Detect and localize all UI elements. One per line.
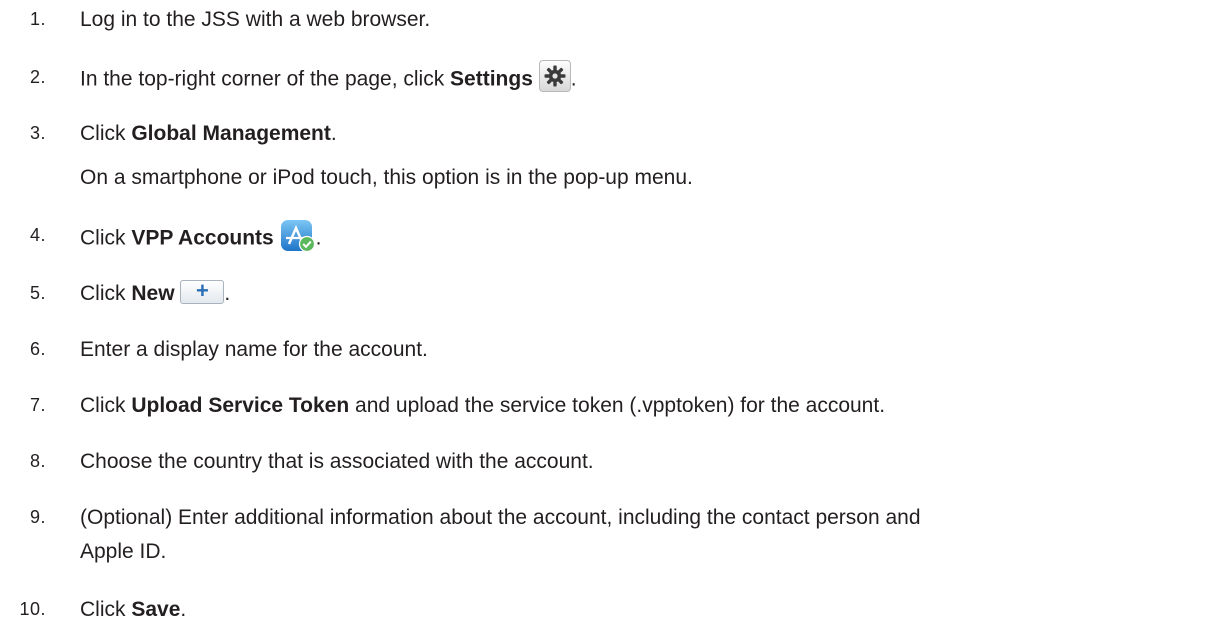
step-text-pre: Click [80, 282, 132, 305]
step-number: 5. [29, 283, 46, 303]
upload-service-token-label: Upload Service Token [131, 394, 350, 417]
step-number: 1. [29, 9, 46, 29]
step-text-pre: Click [80, 598, 132, 621]
step-text: Click Upload Service Token and upload th… [80, 392, 1190, 419]
step-text-post: . [180, 598, 187, 621]
step-text: Enter a display name for the account. [80, 338, 428, 361]
step-number: 6. [29, 339, 46, 359]
step-text-pre: Click [80, 394, 132, 417]
step-text-post: . [330, 122, 337, 145]
settings-label: Settings [450, 67, 533, 91]
step-text: Click VPP Accounts . [80, 219, 1190, 256]
step-number: 2. [29, 67, 46, 87]
step-text-post: . [570, 67, 577, 91]
step-text-line-2: Apple ID. [80, 540, 167, 563]
step-text-post: . [224, 282, 231, 305]
step-text-post: and upload the service token (.vpptoken)… [349, 394, 886, 417]
step-number: 8. [29, 451, 46, 471]
save-label: Save [131, 598, 181, 621]
step-text-pre: In the top-right corner of the page, cli… [80, 67, 451, 91]
app-store-check-icon [280, 219, 316, 253]
step-list: 1. Log in to the JSS with a web browser.… [0, 0, 1211, 641]
step-text: Log in to the JSS with a web browser. [80, 8, 431, 31]
step-text: Choose the country that is associated wi… [80, 450, 594, 473]
gear-icon [538, 60, 571, 92]
global-management-label: Global Management [131, 122, 331, 145]
step-number: 3. [29, 123, 46, 143]
step-number: 10. [19, 599, 46, 619]
step-number: 9. [29, 507, 46, 527]
step-number: 4. [29, 225, 46, 245]
step-note: On a smartphone or iPod touch, this opti… [80, 166, 693, 189]
step-text-pre: Click [80, 122, 132, 145]
step-text: In the top-right corner of the page, cli… [80, 60, 1190, 96]
step-text-post: . [315, 226, 322, 250]
step-text: Click New +. [80, 280, 1190, 307]
plus-icon: + [180, 280, 225, 305]
step-text: Click Global Management. [80, 120, 1190, 147]
step-text-line-1: (Optional) Enter additional information … [80, 506, 921, 529]
step-text-pre: Click [80, 226, 132, 250]
step-text: Click Save. [80, 596, 1190, 623]
vpp-accounts-label: VPP Accounts [131, 226, 274, 250]
new-label: New [131, 282, 175, 305]
step-number: 7. [29, 395, 46, 415]
